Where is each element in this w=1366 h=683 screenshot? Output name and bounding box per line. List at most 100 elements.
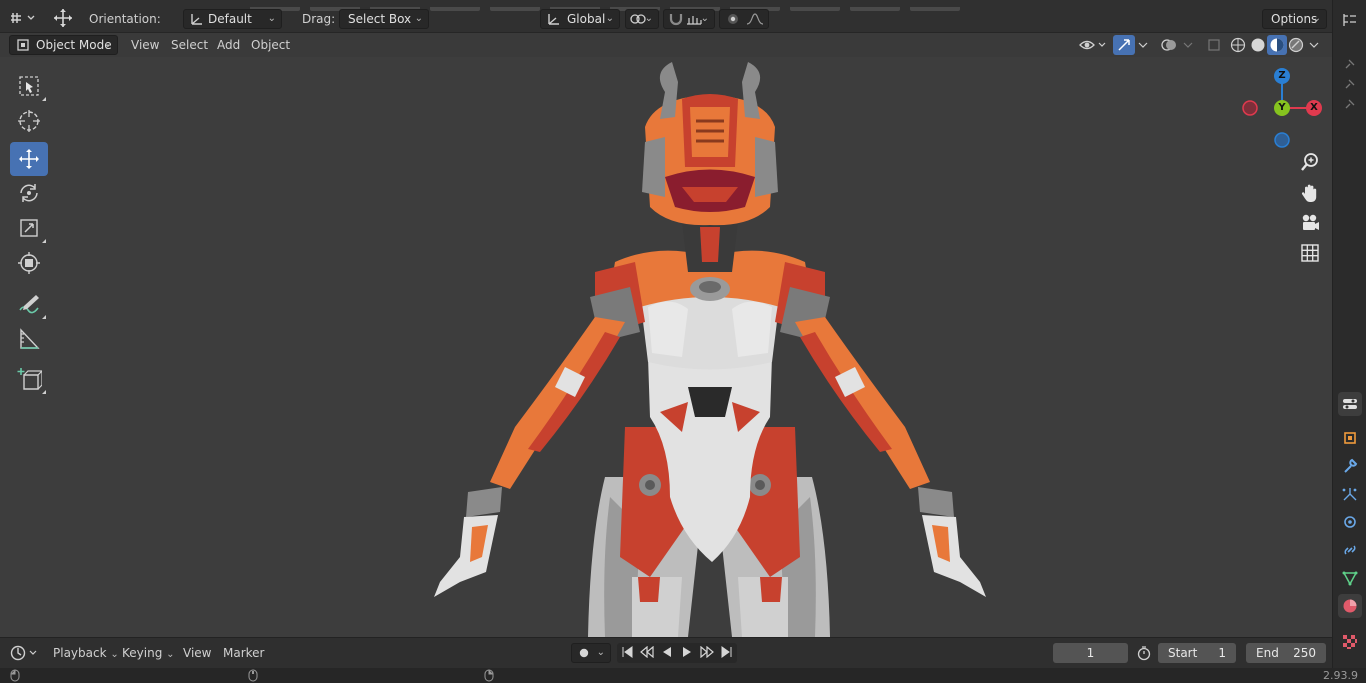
play-reverse-icon[interactable] [661,646,673,661]
outliner-icon[interactable] [1338,8,1362,32]
options-dropdown[interactable]: Options ⌄ [1262,9,1327,29]
orientation-value: Default [208,12,252,26]
scale-tool[interactable] [10,211,48,245]
chevron-down-icon[interactable] [1136,35,1150,55]
proportional-editing-group[interactable] [719,9,769,29]
material-preview-icon[interactable] [1267,35,1287,55]
menu-playback[interactable]: Playback ⌄ [53,643,119,665]
chevron-down-icon[interactable] [1181,35,1195,55]
mouse-left-icon [10,669,20,683]
auto-keying-toggle[interactable]: ⌄ [571,643,611,663]
particles-icon[interactable] [1338,482,1362,506]
current-frame-field[interactable]: 1 [1053,643,1128,663]
start-frame-field[interactable]: Start 1 [1158,643,1236,663]
start-value: 1 [1218,646,1226,660]
rendered-shading-icon[interactable] [1286,35,1306,55]
falloff-curve-icon [746,12,764,31]
chevron-down-icon: ⌄ [267,13,276,24]
jump-end-icon[interactable] [721,645,733,661]
navigation-gizmo[interactable]: Z Y X [1238,65,1324,151]
chevron-down-icon: ⌄ [596,647,605,658]
start-label: Start [1168,646,1198,660]
add-cube-tool[interactable] [10,362,48,396]
pin-icon[interactable] [1338,92,1362,116]
annotate-tool[interactable] [10,287,48,321]
select-box-tool[interactable] [10,69,48,103]
jump-keyframe-back-icon[interactable] [640,645,654,661]
orientation-axis-icon [190,12,203,31]
visibility-eye-icon[interactable] [1078,35,1108,55]
solid-shading-icon[interactable] [1248,35,1268,55]
pivot-icon [630,12,646,31]
tool-settings-header: Orientation: Default ⌄ Drag: Select Box … [0,0,1332,33]
character-model[interactable] [420,57,1000,637]
physics-icon[interactable] [1338,510,1362,534]
play-icon[interactable] [681,646,693,661]
chevron-down-icon: ⌄ [644,13,653,24]
properties-tab-strip [1332,0,1366,683]
modifier-wrench-icon[interactable] [1338,454,1362,478]
gizmo-y-axis[interactable]: Y [1274,100,1290,116]
object-data-icon[interactable] [1338,566,1362,590]
menu-add[interactable]: Add [217,35,240,55]
object-properties-icon[interactable] [1338,426,1362,450]
tool-variants-indicator [42,315,46,319]
tool-properties-icon[interactable] [1338,392,1362,416]
status-bar: 2.93.9 [0,668,1366,683]
camera-view-icon[interactable] [1296,209,1324,237]
mode-dropdown[interactable]: Object Mode ⌄ [9,35,118,55]
xray-toggle-icon[interactable] [1204,35,1224,55]
gizmo-z-axis[interactable]: Z [1274,68,1290,84]
version-label: 2.93.9 [1323,669,1358,682]
transform-orientation-dropdown[interactable]: Global ⌄ [540,9,620,29]
menu-keying[interactable]: Keying ⌄ [122,643,175,665]
object-mode-icon [16,38,30,57]
grid-view-icon[interactable] [1296,239,1324,267]
end-label: End [1256,646,1279,660]
zoom-icon[interactable] [1296,148,1324,176]
gizmo-x-axis[interactable]: X [1306,100,1322,116]
chevron-down-icon[interactable] [1306,35,1322,55]
editor-type-icon[interactable] [8,8,38,28]
texture-icon[interactable] [1338,630,1362,654]
menu-object[interactable]: Object [251,35,290,55]
measure-tool[interactable] [10,322,48,356]
jump-start-icon[interactable] [621,645,633,661]
chevron-down-icon: ⌄ [103,39,112,50]
timeline-editor-type-icon[interactable] [8,643,40,663]
drag-label: Drag: [302,12,336,26]
pan-hand-icon[interactable] [1296,179,1324,207]
menu-select[interactable]: Select [171,35,208,55]
rotate-tool[interactable] [10,176,48,210]
mode-value: Object Mode [36,38,112,52]
overlays-icon[interactable] [1158,35,1180,55]
transform-tool[interactable] [10,246,48,280]
wireframe-shading-icon[interactable] [1228,35,1248,55]
orientation-dropdown[interactable]: Default ⌄ [183,9,282,29]
global-axes-icon [547,12,561,31]
menu-marker[interactable]: Marker [223,643,264,663]
mouse-right-icon [484,669,494,683]
tool-variants-indicator [42,390,46,394]
snapping-group[interactable]: ⌄ [663,9,715,29]
chevron-down-icon: ⌄ [414,13,423,24]
chevron-down-icon: ⌄ [700,13,709,24]
stopwatch-icon[interactable] [1133,643,1155,663]
pivot-point-dropdown[interactable]: ⌄ [625,9,659,29]
move-tool-icon[interactable] [50,8,76,28]
drag-dropdown[interactable]: Select Box ⌄ [339,9,429,29]
magnet-icon [668,11,684,32]
proportional-dot-icon [726,12,740,31]
3d-viewport[interactable]: Object Mode ⌄ View Select Add Object Z Y… [0,35,1332,637]
menu-view[interactable]: View [183,643,211,663]
menu-view[interactable]: View [131,35,159,55]
cursor-tool[interactable] [10,104,48,138]
move-tool[interactable] [10,142,48,176]
jump-keyframe-forward-icon[interactable] [700,645,714,661]
constraints-icon[interactable] [1338,538,1362,562]
gizmo-toggle-icon[interactable] [1113,35,1135,55]
snap-increment-icon [686,12,702,31]
end-frame-field[interactable]: End 250 [1246,643,1326,663]
options-label: Options [1271,12,1318,26]
material-icon[interactable] [1338,594,1362,618]
